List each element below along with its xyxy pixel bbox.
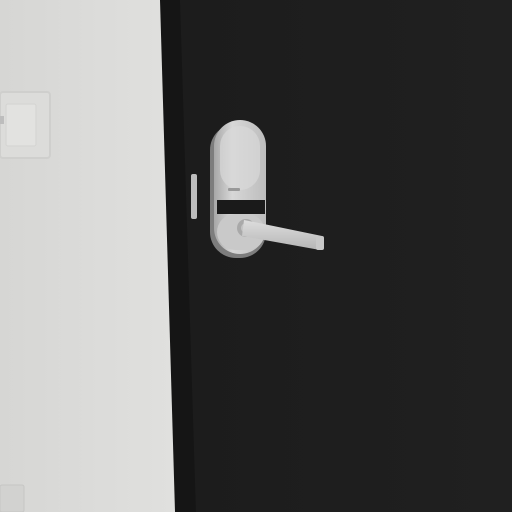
scene-svg — [0, 0, 512, 512]
wall — [0, 0, 175, 512]
photo-scene — [0, 0, 512, 512]
light-switch-icon — [0, 91, 51, 159]
latch-strike — [191, 174, 197, 219]
outlet-plate — [0, 484, 25, 512]
